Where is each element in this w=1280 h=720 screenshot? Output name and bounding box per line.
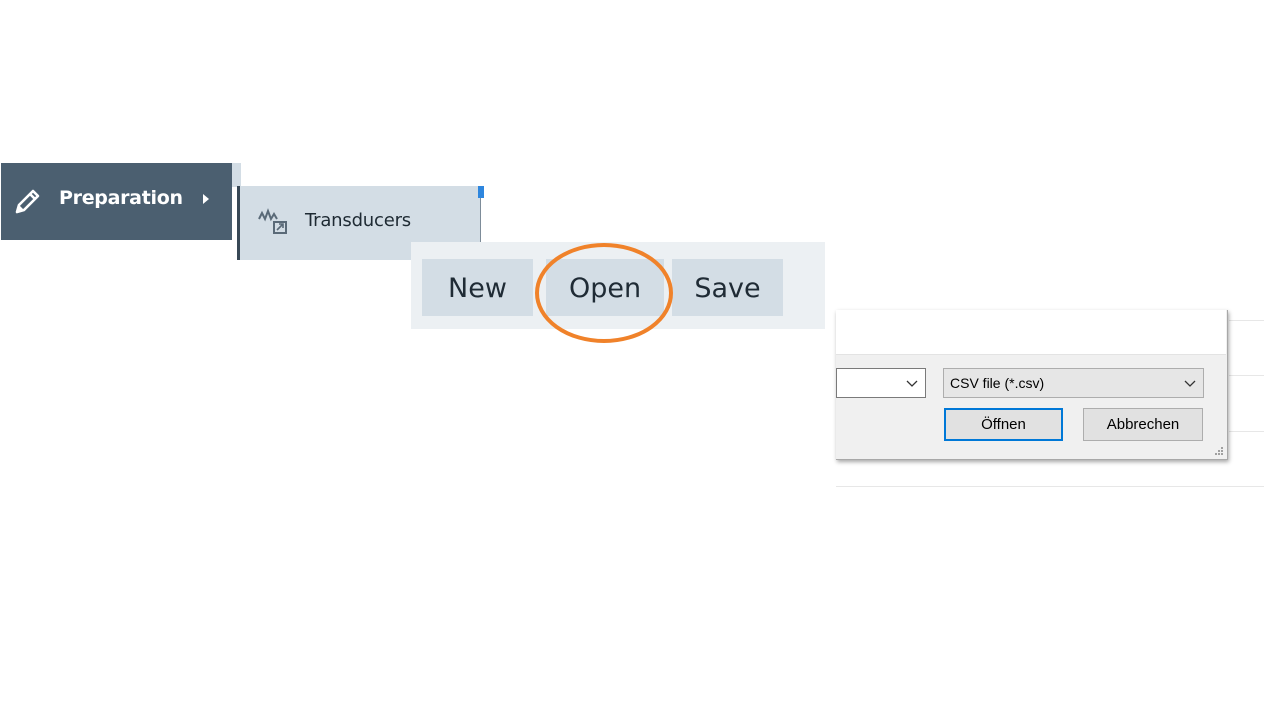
background-divider [1229,375,1264,376]
nav-item-edge [232,163,241,187]
chevron-down-icon [1184,380,1196,387]
dialog-open-button[interactable]: Öffnen [944,408,1063,441]
transducer-icon [258,208,287,234]
save-button[interactable]: Save [672,259,783,316]
background-divider [1229,431,1264,432]
screenshot-stage: Preparation Transducers New Open Save CS… [0,0,1280,720]
submenu-scrollbar-thumb[interactable] [478,186,484,198]
dialog-file-list-area [836,310,1226,355]
pencil-icon [15,189,40,214]
file-action-bar: New Open Save [411,242,825,329]
filetype-select[interactable]: CSV file (*.csv) [943,368,1204,398]
new-button[interactable]: New [422,259,533,316]
chevron-right-icon [203,194,209,204]
open-file-dialog: CSV file (*.csv) Öffnen Abbrechen [836,310,1228,460]
open-button[interactable]: Open [546,259,664,316]
submenu-item-transducers-label: Transducers [305,210,411,231]
chevron-down-icon [906,380,918,387]
nav-item-preparation-label: Preparation [59,187,183,209]
background-divider [836,486,1264,487]
filetype-value: CSV file (*.csv) [950,375,1045,391]
nav-item-preparation[interactable]: Preparation [1,163,232,240]
resize-grip-icon[interactable] [1214,446,1224,456]
dialog-cancel-button[interactable]: Abbrechen [1083,408,1203,441]
background-divider [1229,320,1264,321]
filename-combobox[interactable] [836,368,926,398]
